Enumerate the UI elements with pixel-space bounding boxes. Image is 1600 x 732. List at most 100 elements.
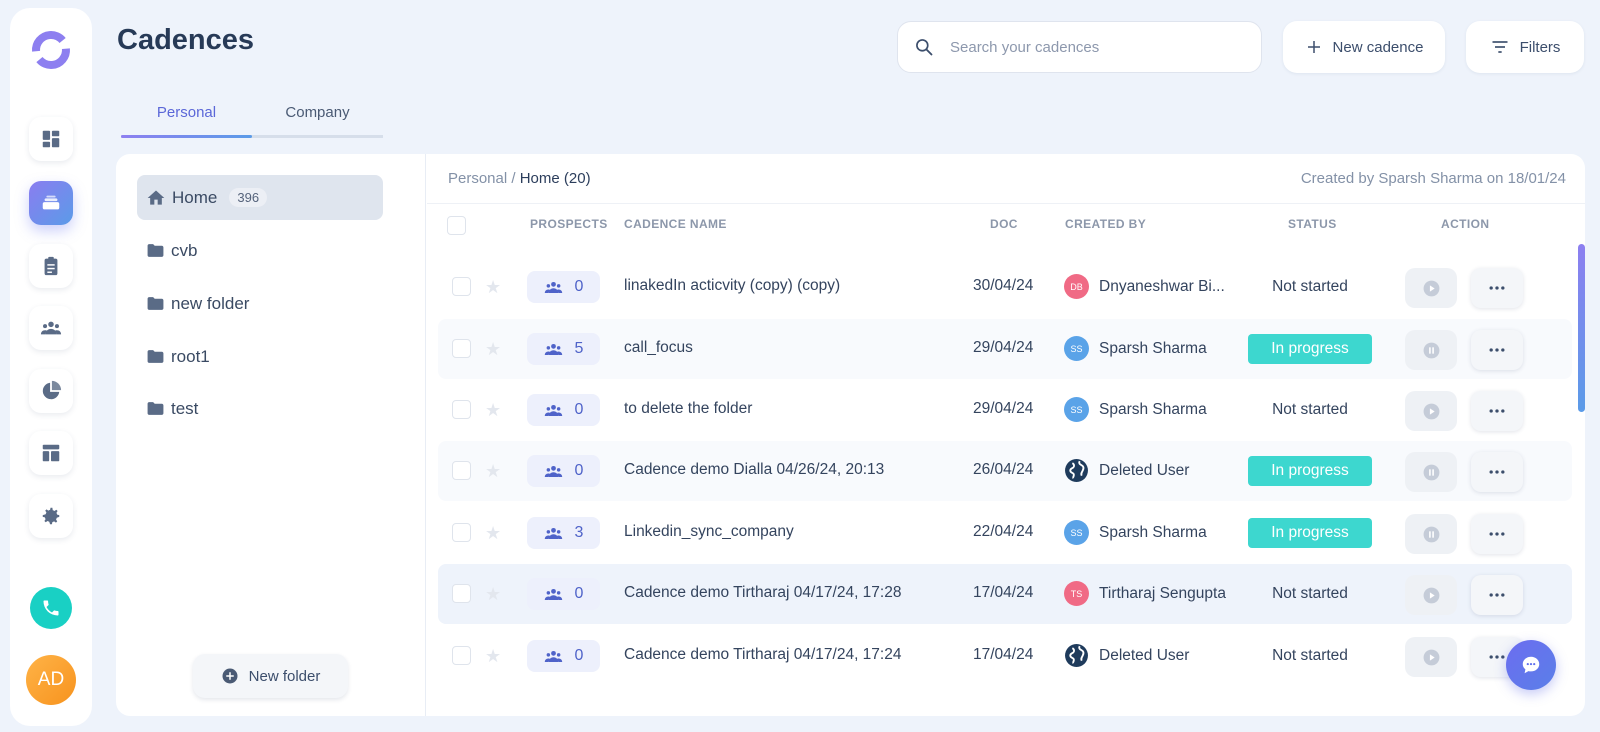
people-icon[interactable] xyxy=(29,306,73,350)
folder-home[interactable]: Home 396 xyxy=(137,175,383,220)
breadcrumb-root[interactable]: Personal / xyxy=(448,170,516,187)
templates-icon[interactable] xyxy=(29,431,73,475)
folder-root1[interactable]: root1 xyxy=(137,334,383,379)
prospects-count-button[interactable]: 0 xyxy=(527,578,600,610)
phone-call-icon[interactable] xyxy=(30,587,72,629)
created-by: SS Sparsh Sharma xyxy=(1064,336,1207,361)
star-icon[interactable]: ★ xyxy=(485,339,501,360)
prospects-count-button[interactable]: 5 xyxy=(527,333,600,365)
more-options-button[interactable] xyxy=(1471,268,1523,308)
column-header-status[interactable]: STATUS xyxy=(1288,217,1337,231)
star-icon[interactable]: ★ xyxy=(485,523,501,544)
vertical-scrollbar[interactable] xyxy=(1578,244,1585,412)
cadence-name[interactable]: linakedIn acticvity (copy) (copy) xyxy=(624,277,840,295)
play-icon xyxy=(1423,403,1439,419)
creator-name: Sparsh Sharma xyxy=(1099,400,1207,418)
star-icon[interactable]: ★ xyxy=(485,277,501,298)
row-checkbox[interactable] xyxy=(452,339,471,358)
prospects-count-button[interactable]: 0 xyxy=(527,394,600,426)
row-checkbox[interactable] xyxy=(452,523,471,542)
row-checkbox[interactable] xyxy=(452,461,471,480)
play-button[interactable] xyxy=(1405,391,1457,431)
creator-avatar: SS xyxy=(1064,520,1089,545)
table-row[interactable]: ★ 0 linakedIn acticvity (copy) (copy) 30… xyxy=(438,257,1572,317)
pause-button[interactable] xyxy=(1405,452,1457,492)
column-header-cadence-name[interactable]: CADENCE NAME xyxy=(624,217,727,231)
pause-icon xyxy=(1423,526,1439,542)
folder-icon xyxy=(147,350,164,363)
pause-button[interactable] xyxy=(1405,514,1457,554)
row-checkbox[interactable] xyxy=(452,584,471,603)
prospects-count: 0 xyxy=(574,462,584,479)
folder-label: new folder xyxy=(171,293,250,313)
play-button[interactable] xyxy=(1405,637,1457,677)
people-icon xyxy=(544,343,562,355)
more-horizontal-icon xyxy=(1489,286,1505,290)
play-button[interactable] xyxy=(1405,575,1457,615)
home-icon xyxy=(147,190,165,205)
table-row[interactable]: ★ 0 Cadence demo Tirtharaj 04/17/24, 17:… xyxy=(438,626,1572,686)
analytics-pie-icon[interactable] xyxy=(29,369,73,413)
globe-icon xyxy=(1065,644,1088,667)
star-icon[interactable]: ★ xyxy=(485,646,501,667)
star-icon[interactable]: ★ xyxy=(485,400,501,421)
user-avatar[interactable]: AD xyxy=(26,655,76,705)
dashboard-icon[interactable] xyxy=(29,117,73,161)
column-header-doc[interactable]: DOC xyxy=(990,217,1018,231)
cadence-name[interactable]: call_focus xyxy=(624,339,693,357)
folder-label: Home xyxy=(172,187,218,207)
cadence-name[interactable]: Linkedin_sync_company xyxy=(624,523,794,541)
table-row[interactable]: ★ 0 Cadence demo Dialla 04/26/24, 20:13 … xyxy=(438,441,1572,501)
created-by: SS Sparsh Sharma xyxy=(1064,397,1207,422)
star-icon[interactable]: ★ xyxy=(485,584,501,605)
people-icon xyxy=(544,281,562,293)
breadcrumb: Personal / Home (20) xyxy=(448,170,591,187)
app-logo-icon[interactable] xyxy=(29,28,73,72)
cadence-name[interactable]: Cadence demo Tirtharaj 04/17/24, 17:24 xyxy=(624,646,901,664)
more-options-button[interactable] xyxy=(1471,452,1523,492)
select-all-checkbox[interactable] xyxy=(447,216,466,235)
prospects-count: 0 xyxy=(574,401,584,418)
tasks-clipboard-icon[interactable] xyxy=(29,244,73,288)
table-row[interactable]: ★ 0 Cadence demo Tirtharaj 04/17/24, 17:… xyxy=(438,564,1572,624)
search-box[interactable] xyxy=(897,21,1262,73)
cadence-name[interactable]: Cadence demo Dialla 04/26/24, 20:13 xyxy=(624,461,884,479)
pause-button[interactable] xyxy=(1405,330,1457,370)
prospects-count-button[interactable]: 0 xyxy=(527,271,600,303)
column-header-created-by[interactable]: CREATED BY xyxy=(1065,217,1146,231)
column-header-prospects[interactable]: PROSPECTS xyxy=(530,217,608,231)
cadence-name[interactable]: Cadence demo Tirtharaj 04/17/24, 17:28 xyxy=(624,584,901,602)
prospects-count-button[interactable]: 3 xyxy=(527,517,600,549)
new-folder-label: New folder xyxy=(248,667,321,685)
tab-personal[interactable]: Personal xyxy=(121,96,252,138)
filters-button[interactable]: Filters xyxy=(1466,21,1584,73)
search-input[interactable] xyxy=(950,38,1230,56)
tab-company[interactable]: Company xyxy=(252,96,383,135)
table-row[interactable]: ★ 5 call_focus 29/04/24 SS Sparsh Sharma… xyxy=(438,319,1572,379)
settings-gear-icon[interactable] xyxy=(29,494,73,538)
prospects-count-button[interactable]: 0 xyxy=(527,455,600,487)
star-icon[interactable]: ★ xyxy=(485,461,501,482)
more-options-button[interactable] xyxy=(1471,575,1523,615)
chat-support-icon[interactable] xyxy=(1506,640,1556,690)
table-row[interactable]: ★ 3 Linkedin_sync_company 22/04/24 SS Sp… xyxy=(438,503,1572,563)
new-folder-button[interactable]: New folder xyxy=(193,654,348,698)
created-by: TS Tirtharaj Sengupta xyxy=(1064,581,1226,606)
play-button[interactable] xyxy=(1405,268,1457,308)
row-checkbox[interactable] xyxy=(452,400,471,419)
cadence-name[interactable]: to delete the folder xyxy=(624,400,752,418)
row-checkbox[interactable] xyxy=(452,277,471,296)
table-row[interactable]: ★ 0 to delete the folder 29/04/24 SS Spa… xyxy=(438,380,1572,440)
folder-cvb[interactable]: cvb xyxy=(137,228,383,273)
new-cadence-button[interactable]: New cadence xyxy=(1283,21,1445,73)
cadences-icon[interactable] xyxy=(29,181,73,225)
row-checkbox[interactable] xyxy=(452,646,471,665)
folder-new-folder[interactable]: new folder xyxy=(137,281,383,326)
more-options-button[interactable] xyxy=(1471,514,1523,554)
prospects-count-button[interactable]: 0 xyxy=(527,640,600,672)
folder-test[interactable]: test xyxy=(137,386,383,431)
more-horizontal-icon xyxy=(1489,593,1505,597)
more-options-button[interactable] xyxy=(1471,330,1523,370)
more-options-button[interactable] xyxy=(1471,391,1523,431)
column-header-action[interactable]: ACTION xyxy=(1441,217,1489,231)
